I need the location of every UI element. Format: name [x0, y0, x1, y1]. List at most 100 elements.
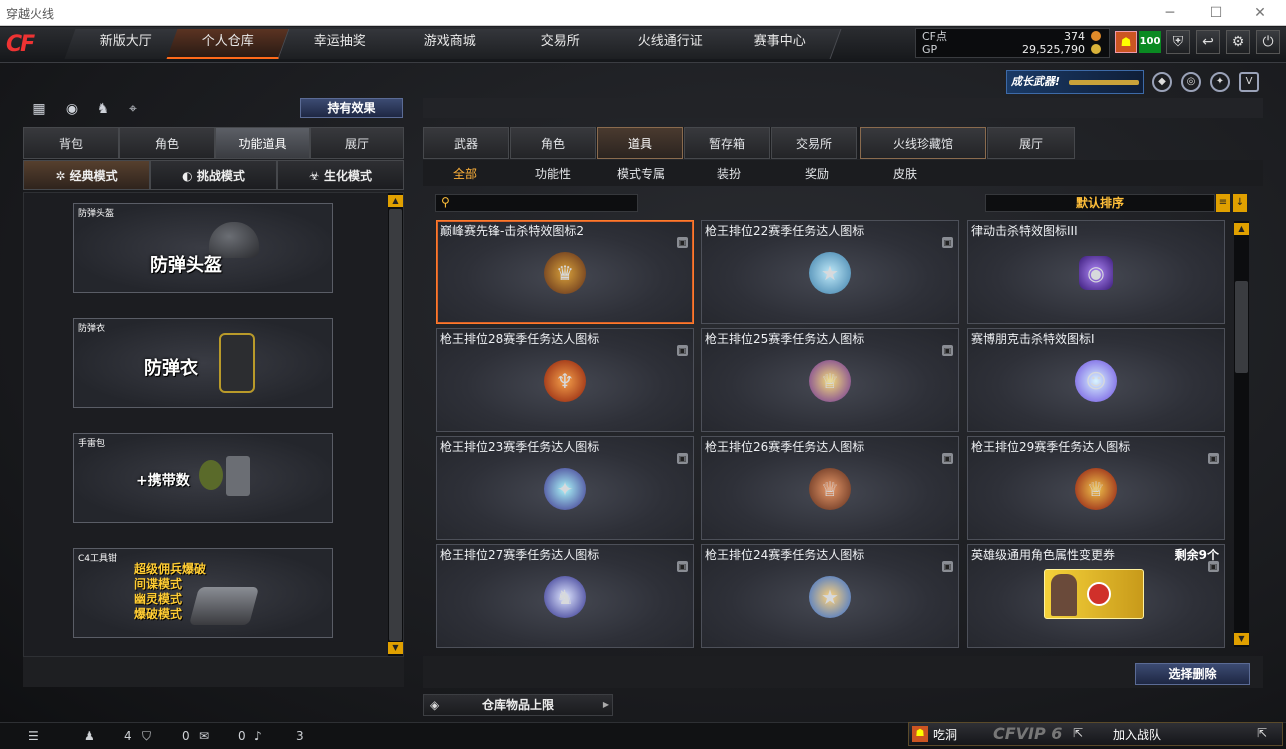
scroll-down-icon[interactable]: ▼ [1234, 633, 1249, 645]
ticket-emblem-icon [1087, 582, 1111, 606]
mouse-icon[interactable]: ⌖ [124, 100, 142, 118]
cf-logo[interactable]: CF [6, 30, 60, 60]
tab-showroom[interactable]: 展厅 [310, 127, 404, 159]
scroll-up-icon[interactable]: ▲ [388, 195, 403, 207]
channel-label[interactable]: 吃洞 [933, 726, 957, 743]
subtab-reward[interactable]: 奖励 [805, 165, 829, 182]
subtab-all[interactable]: 全部 [453, 165, 477, 182]
subtab-mode-exclusive[interactable]: 模式专属 [617, 165, 665, 182]
character-icon[interactable]: ♞ [94, 100, 112, 118]
tab-storage[interactable]: 暂存箱 [684, 127, 770, 159]
friends-icon[interactable]: ♟ [84, 729, 95, 743]
tab-items[interactable]: 道具 [597, 127, 683, 159]
item-card[interactable]: 枪王排位25赛季任务达人图标 ▣ ♕ [701, 328, 959, 432]
emblem-icon[interactable]: ◆ [1152, 72, 1172, 92]
item-card[interactable]: 枪王排位28赛季任务达人图标 ▣ ♆ [436, 328, 694, 432]
mode-classic[interactable]: ✲ 经典模式 [23, 160, 150, 190]
clan-badge-icon[interactable]: ☗ [912, 726, 928, 742]
popout-icon-right[interactable]: ⇱ [1257, 726, 1267, 740]
cat-mask-icon: ☺ [1075, 360, 1117, 402]
subtab-decoration[interactable]: 装扮 [717, 165, 741, 182]
helmet-card[interactable]: 防弹头盔 防弹头盔 [73, 203, 333, 293]
item-scroll-thumb[interactable] [1235, 281, 1248, 373]
tab-showroom-right[interactable]: 展厅 [987, 127, 1075, 159]
left-scroll-thumb[interactable] [389, 209, 402, 641]
shield-status-icon[interactable]: ⛉ [142, 729, 151, 744]
cf-coin-icon[interactable] [1091, 31, 1101, 41]
volume-level: 3 [296, 729, 304, 743]
sort-dropdown[interactable]: 默认排序 [985, 194, 1215, 212]
gp-label: GP [922, 43, 938, 56]
nav-tab-shop[interactable]: 游戏商城 [388, 29, 512, 59]
close-icon[interactable]: ✕ [1240, 2, 1280, 24]
growth-weapon-banner[interactable]: 成长武器! [1006, 70, 1144, 94]
join-clan-label[interactable]: 加入战队 [1113, 726, 1161, 743]
item-card[interactable]: 巅峰赛先锋-击杀特效图标2 ▣ ♛ [436, 220, 694, 324]
popout-icon[interactable]: ⇱ [1073, 726, 1083, 740]
mode-challenge[interactable]: ◐ 挑战模式 [150, 160, 277, 190]
scroll-up-icon[interactable]: ▲ [1234, 223, 1249, 235]
tab-exchange[interactable]: 交易所 [771, 127, 857, 159]
trophy-crest-icon: ♛ [544, 252, 586, 294]
warehouse-limit-bar[interactable]: ◈ 仓库物品上限 ▶ [423, 694, 613, 716]
nav-tab-exchange[interactable]: 交易所 [498, 29, 622, 59]
item-name: 枪王排位23赛季任务达人图标 [440, 440, 600, 454]
scroll-down-icon[interactable]: ▼ [388, 642, 403, 654]
select-delete-button[interactable]: 选择删除 [1135, 663, 1250, 685]
camera-icon[interactable]: ◉ [63, 100, 81, 118]
nav-tab-warehouse[interactable]: 个人仓库 [166, 29, 290, 59]
v-logo-icon[interactable]: V [1239, 72, 1259, 92]
subtab-functional[interactable]: 功能性 [535, 165, 571, 182]
hero-ticket-icon [1044, 569, 1144, 619]
rank-chart-icon[interactable]: ▦ [30, 100, 48, 118]
item-card[interactable]: 枪王排位23赛季任务达人图标 ▣ ✦ [436, 436, 694, 540]
tab-collection[interactable]: 火线珍藏馆 [860, 127, 986, 159]
rank-badge-icon[interactable]: ☗ [1115, 31, 1137, 53]
nav-tab-label: 新版大厅 [100, 34, 153, 49]
shield-icon[interactable]: ⛨ [1166, 30, 1190, 54]
maximize-icon[interactable]: ☐ [1196, 2, 1236, 24]
item-card[interactable]: 英雄级通用角色属性变更券 剩余9个 ▣ [967, 544, 1225, 648]
item-card[interactable]: 枪王排位26赛季任务达人图标 ▣ ♕ [701, 436, 959, 540]
effects-button[interactable]: 持有效果 [300, 98, 403, 118]
armor-card[interactable]: 防弹衣 防弹衣 [73, 318, 333, 408]
return-icon[interactable]: ↩ [1196, 30, 1220, 54]
target-icon[interactable]: ◎ [1181, 72, 1201, 92]
mode-zombie[interactable]: ☣ 生化模式 [277, 160, 404, 190]
power-icon[interactable]: ⏻ [1256, 30, 1280, 54]
mode-line: 间谍模式 [134, 577, 183, 591]
left-scrollbar[interactable]: ▲ ▼ [388, 193, 403, 656]
menu-icon[interactable]: ☰ [28, 729, 39, 743]
item-card[interactable]: 律动击杀特效图标III ◉ [967, 220, 1225, 324]
card-corner-label: 手雷包 [78, 439, 106, 449]
gear-icon[interactable]: ⚙ [1226, 30, 1250, 54]
card-title: 防弹衣 [144, 358, 198, 379]
item-card[interactable]: 赛博朋克击杀特效图标I ☺ [967, 328, 1225, 432]
tab-characters[interactable]: 角色 [510, 127, 596, 159]
item-card[interactable]: 枪王排位24赛季任务达人图标 ▣ ★ [701, 544, 959, 648]
item-card[interactable]: 枪王排位22赛季任务达人图标 ▣ ★ [701, 220, 959, 324]
gem-icon[interactable]: ✦ [1210, 72, 1230, 92]
tab-function-items[interactable]: 功能道具 [215, 127, 310, 159]
chat-icon[interactable]: ✉ [199, 729, 209, 743]
c4-tool-card[interactable]: C4工具钳 超级佣兵爆破 间谍模式 幽灵模式 爆破模式 [73, 548, 333, 638]
item-scrollbar[interactable]: ▲ ▼ [1234, 221, 1249, 647]
tab-weapons[interactable]: 武器 [423, 127, 509, 159]
item-card[interactable]: 枪王排位27赛季任务达人图标 ▣ ♞ [436, 544, 694, 648]
mode-line: 超级佣兵爆破 [134, 562, 207, 576]
nav-tab-lottery[interactable]: 幸运抽奖 [278, 29, 402, 59]
shield-count: 0 [182, 729, 190, 743]
item-card[interactable]: 枪王排位29赛季任务达人图标 ▣ ♕ [967, 436, 1225, 540]
tab-character[interactable]: 角色 [119, 127, 215, 159]
search-input[interactable]: ⚲ [435, 194, 638, 212]
minimize-icon[interactable]: ─ [1150, 2, 1190, 24]
nav-tab-pass[interactable]: 火线通行证 [608, 29, 732, 59]
grenade-card[interactable]: 手雷包 +携带数 [73, 433, 333, 523]
nav-tab-events[interactable]: 赛事中心 [718, 29, 842, 59]
volume-icon[interactable]: ♪ [254, 729, 262, 743]
sort-direction-icon[interactable]: ↓ [1233, 194, 1247, 212]
list-view-icon[interactable]: ≡ [1216, 194, 1230, 212]
subtab-skin[interactable]: 皮肤 [893, 165, 917, 182]
tab-backpack[interactable]: 背包 [23, 127, 119, 159]
card-corner-label: C4工具钳 [78, 554, 118, 564]
